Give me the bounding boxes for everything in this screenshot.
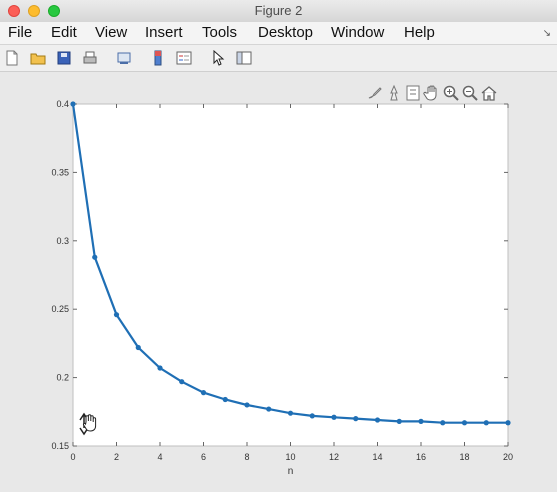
data-point xyxy=(179,379,185,385)
data-point xyxy=(418,418,424,424)
data-point xyxy=(374,417,381,423)
data-point xyxy=(396,418,402,424)
y-tick-label: 0.25 xyxy=(51,304,69,314)
pan-icon[interactable] xyxy=(423,84,441,102)
x-tick-label: 12 xyxy=(329,452,339,462)
data-point xyxy=(461,420,468,426)
x-axis-label: n xyxy=(288,466,294,477)
data-point xyxy=(244,402,250,408)
data-point xyxy=(157,365,163,371)
x-tick-label: 0 xyxy=(70,452,75,462)
data-point xyxy=(505,420,511,426)
data-point xyxy=(353,416,359,422)
data-point xyxy=(113,312,120,318)
brush-icon[interactable] xyxy=(366,84,384,102)
y-tick-label: 0.15 xyxy=(51,441,69,451)
plot-chart: 0 2 4 6 8 10 12 14 16 18 20 0.15 0.2 0.25 0.3 0.35 0.4 n xyxy=(51,99,513,477)
data-point xyxy=(200,390,207,396)
x-tick-label: 6 xyxy=(201,452,206,462)
x-tick-label: 10 xyxy=(285,452,295,462)
y-tick-label: 0.4 xyxy=(56,99,69,109)
x-tick-label: 20 xyxy=(503,452,513,462)
data-point xyxy=(92,254,98,260)
data-point xyxy=(440,420,446,426)
x-tick-label: 4 xyxy=(157,452,162,462)
home-icon[interactable] xyxy=(480,84,498,102)
y-tick-label: 0.2 xyxy=(56,373,69,383)
zoom-in-icon[interactable] xyxy=(442,84,460,102)
y-tick-label: 0.35 xyxy=(51,167,69,177)
data-point xyxy=(222,396,228,403)
y-tick-label: 0.3 xyxy=(56,236,69,246)
data-point xyxy=(483,420,489,426)
figure-window: Figure 2 File Edit View Insert Tools Des… xyxy=(0,0,557,492)
data-point xyxy=(331,414,337,420)
x-tick-label: 14 xyxy=(372,452,382,462)
x-tick-label: 16 xyxy=(416,452,426,462)
data-point xyxy=(309,413,315,419)
axes-box[interactable] xyxy=(72,103,509,447)
zoom-out-icon[interactable] xyxy=(461,84,479,102)
data-point xyxy=(70,101,76,107)
axes-toolbar xyxy=(366,84,506,104)
rotate-icon[interactable] xyxy=(404,84,422,102)
data-point xyxy=(287,410,294,416)
data-point xyxy=(266,406,272,412)
data-cursor-icon[interactable] xyxy=(385,84,403,102)
x-tick-label: 8 xyxy=(244,452,249,462)
data-point xyxy=(135,344,141,351)
x-tick-label: 18 xyxy=(459,452,469,462)
x-tick-label: 2 xyxy=(114,452,119,462)
